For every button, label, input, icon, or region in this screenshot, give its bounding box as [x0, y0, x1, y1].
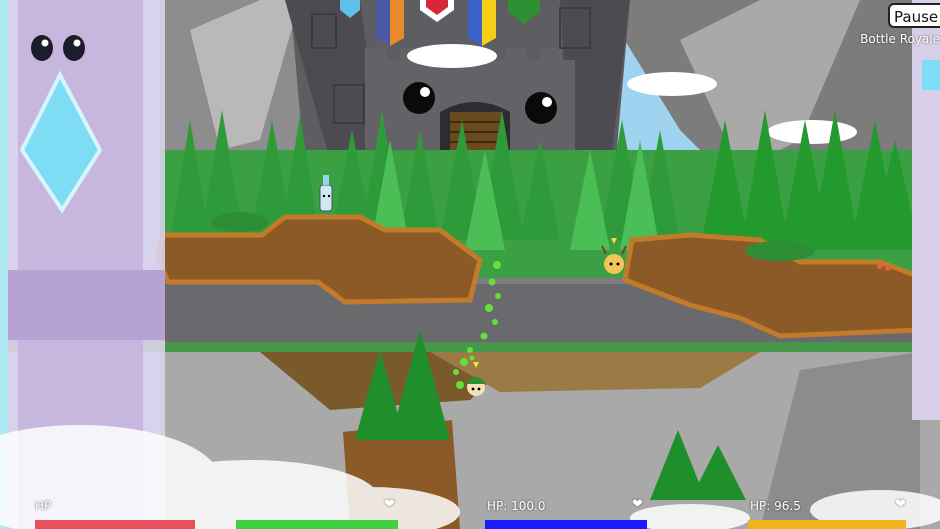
player-2-hp-label: HP: 100.0	[487, 499, 546, 513]
player-3-hp-label: HP: 96.5	[750, 499, 801, 513]
player-1-hp-bar	[236, 520, 398, 529]
player-2-hp-bar	[485, 520, 647, 529]
heart-icon: ❤	[384, 497, 395, 512]
player-1-bar-bg	[35, 520, 195, 529]
game-world	[0, 0, 940, 529]
player-3-hp-bar	[748, 520, 906, 529]
player-1-hp-label: HP	[35, 499, 52, 513]
heart-icon: ❤	[895, 497, 906, 512]
pause-button[interactable]: Pause	[888, 3, 940, 28]
heart-icon: ❤	[632, 497, 643, 512]
game-scene: Pause Bottle Royale HP ❤ HP: 100.0 ❤ HP:…	[0, 0, 940, 529]
game-mode-label: Bottle Royale	[860, 32, 940, 46]
